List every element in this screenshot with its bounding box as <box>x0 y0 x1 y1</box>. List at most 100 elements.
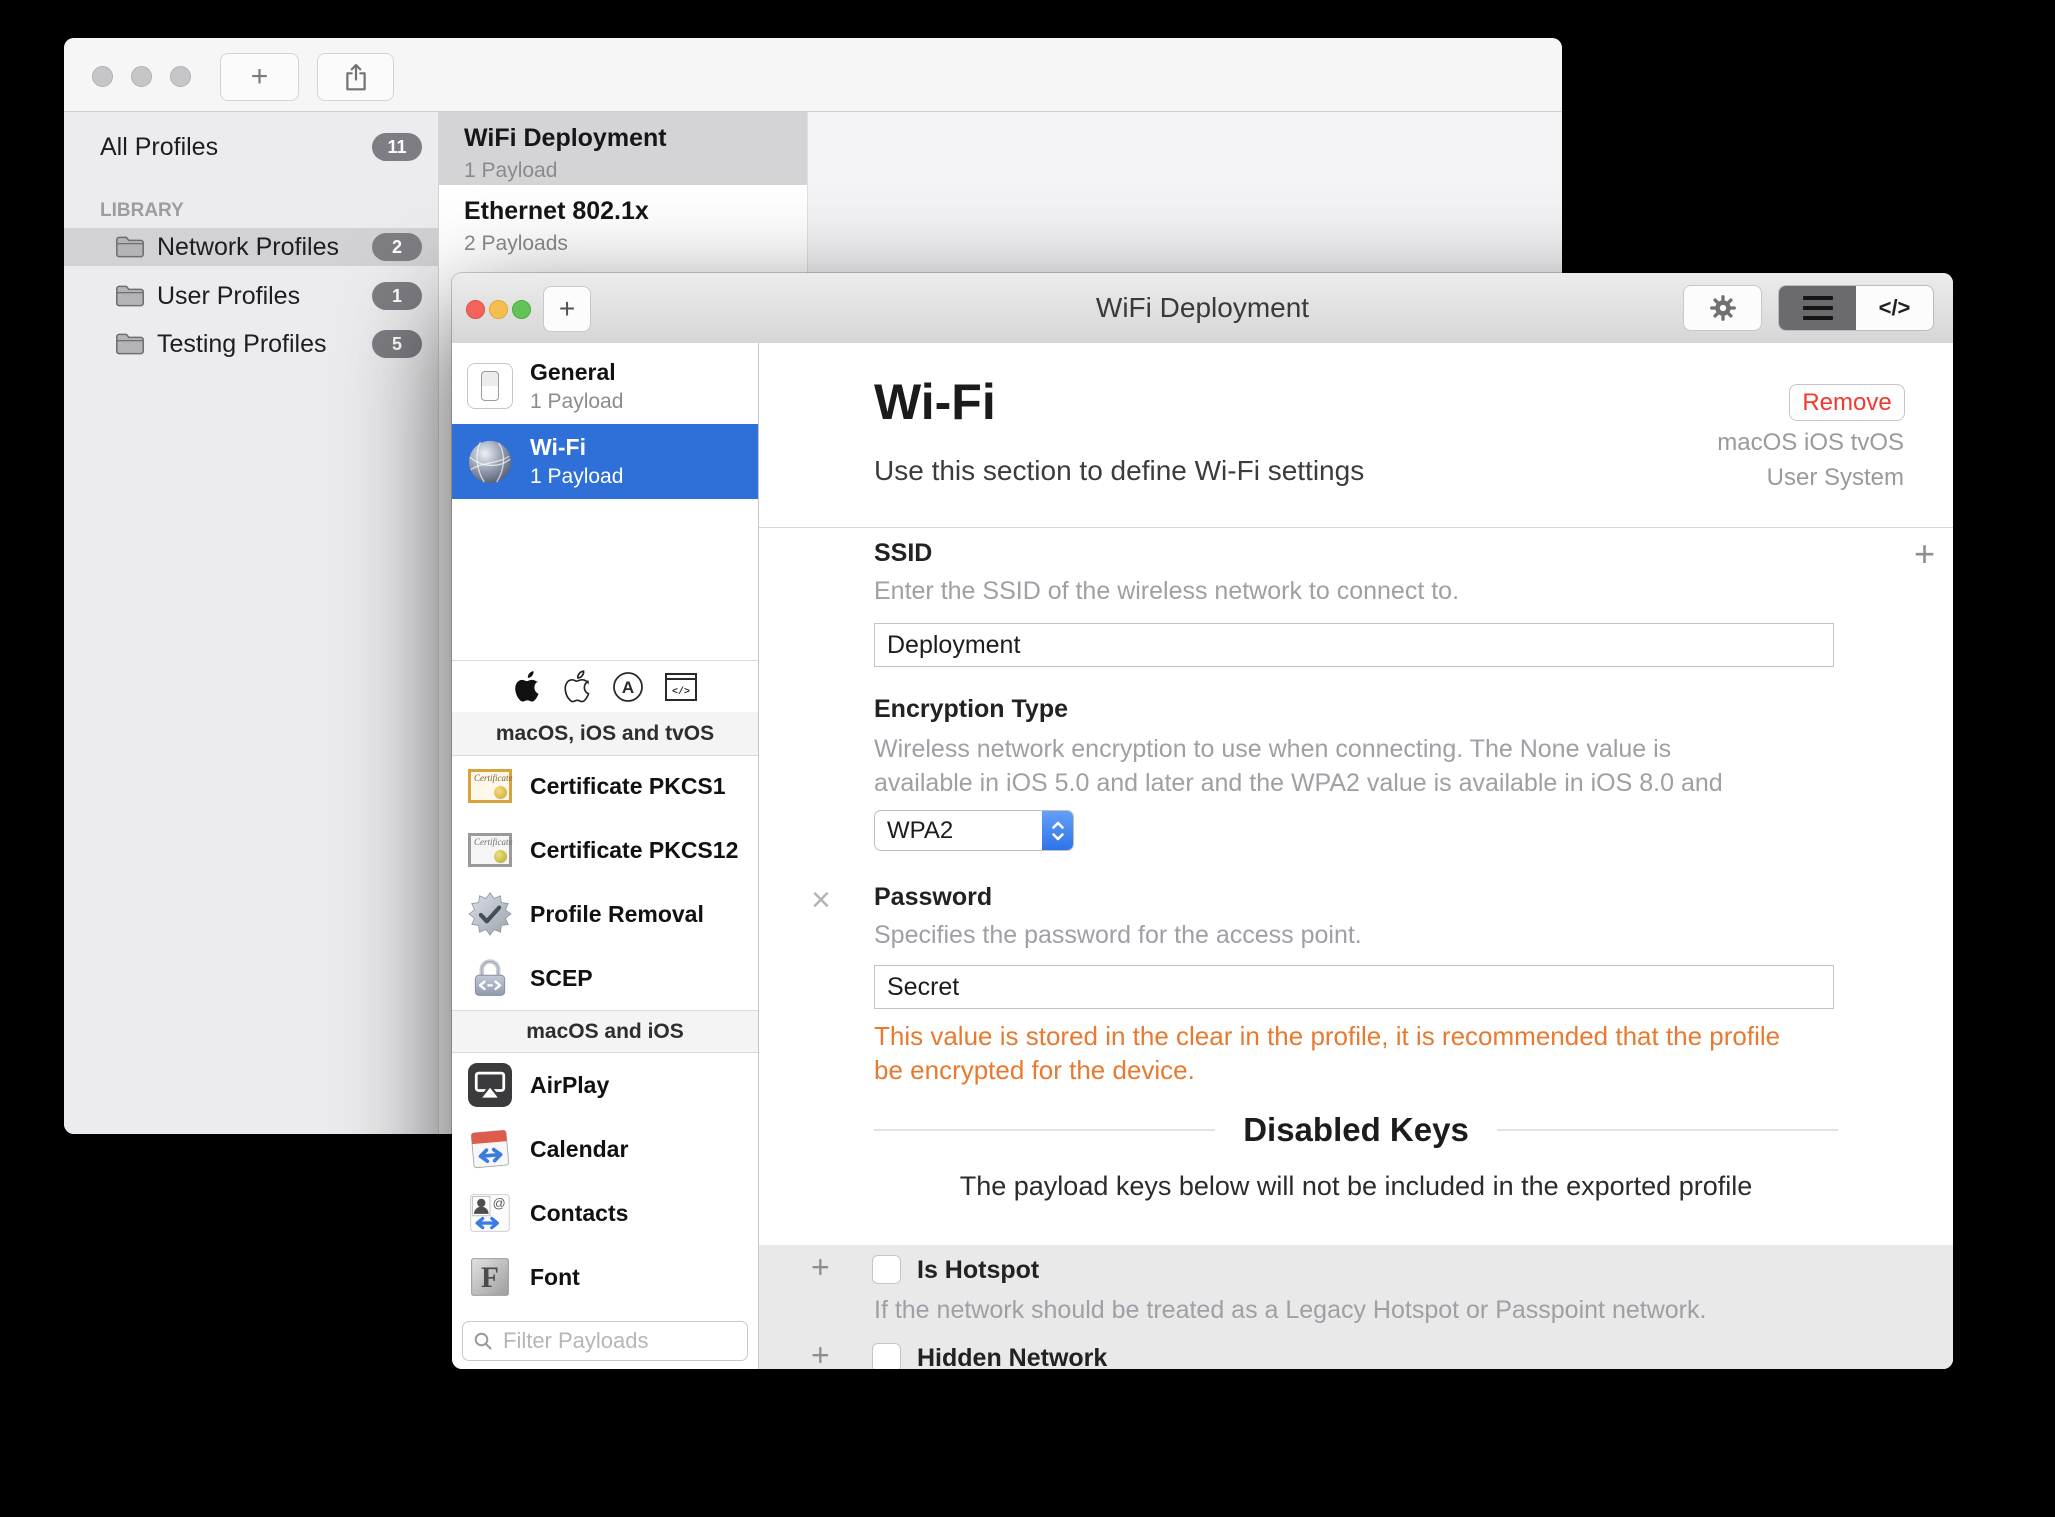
code-view-button[interactable]: </> <box>1856 286 1933 330</box>
profile-list-item[interactable]: Ethernet 802.1x 2 Payloads <box>439 185 807 260</box>
filter-payloads-field[interactable] <box>462 1321 748 1361</box>
payload-type-airplay[interactable]: AirPlay <box>452 1053 758 1117</box>
add-payload-button[interactable]: + <box>543 286 591 332</box>
add-key-icon[interactable]: + <box>811 1337 830 1369</box>
password-label: Password <box>874 883 993 911</box>
hidden-network-checkbox[interactable] <box>872 1343 901 1369</box>
encryption-type-description: Wireless network encryption to use when … <box>874 735 1672 763</box>
sidebar-item-all-profiles[interactable]: All Profiles 11 <box>64 128 438 166</box>
scope-label: User System <box>1766 464 1904 491</box>
library-sidebar: All Profiles 11 LIBRARY Network Profiles… <box>64 112 439 1134</box>
certificate-gray-icon: Certificate <box>468 828 513 872</box>
platform-availability-label: macOS iOS tvOS <box>1717 429 1904 456</box>
profile-title: Ethernet 802.1x <box>464 197 649 225</box>
payload-type-certificate-pkcs12[interactable]: Certificate Certificate PKCS12 <box>452 818 758 882</box>
settings-button[interactable] <box>1683 285 1762 331</box>
ios-apple-outline-icon[interactable] <box>562 670 592 704</box>
sidebar-item-user-profiles[interactable]: User Profiles 1 <box>64 277 438 315</box>
is-hotspot-checkbox[interactable] <box>872 1255 901 1284</box>
sidebar-item-testing-profiles[interactable]: Testing Profiles 5 <box>64 325 438 363</box>
add-key-icon[interactable]: + <box>811 1249 830 1286</box>
folder-label: Testing Profiles <box>157 329 327 358</box>
payload-section-header: macOS, iOS and tvOS <box>452 712 758 756</box>
desktop: + All Profiles 11 LIBRARY Network Profil… <box>0 0 2055 1517</box>
hidden-network-label: Hidden Network <box>917 1344 1108 1369</box>
list-view-button[interactable] <box>1779 286 1856 330</box>
all-profiles-count-badge: 11 <box>372 133 422 161</box>
password-warning: be encrypted for the device. <box>874 1055 1195 1085</box>
remove-payload-button[interactable]: Remove <box>1789 384 1905 421</box>
folder-icon <box>116 333 144 355</box>
header-divider <box>759 527 1953 528</box>
svg-text:@: @ <box>493 1196 506 1211</box>
payload-item-wifi[interactable]: Wi-Fi 1 Payload <box>452 424 758 499</box>
payload-subheading: Use this section to define Wi-Fi setting… <box>874 455 1365 486</box>
payload-sidebar: General 1 Payload Wi-Fi 1 Payload A </> … <box>452 343 759 1369</box>
payload-type-profile-removal[interactable]: Profile Removal <box>452 882 758 946</box>
svg-text:</>: </> <box>672 686 690 698</box>
platform-filter-row: A </> <box>452 660 758 714</box>
profile-subtitle: 2 Payloads <box>464 232 568 255</box>
minimize-button[interactable] <box>131 66 152 87</box>
code-icon: </> <box>1878 295 1911 320</box>
folder-count-badge: 2 <box>372 233 422 261</box>
payload-subtitle: 1 Payload <box>530 389 624 413</box>
encryption-type-select[interactable]: WPA2 <box>874 810 1074 851</box>
profiles-titlebar[interactable]: + <box>64 38 1562 112</box>
password-input[interactable] <box>874 965 1834 1009</box>
folder-count-badge: 1 <box>372 282 422 310</box>
plus-icon: + <box>558 293 576 324</box>
disabled-keys-title: Disabled Keys <box>1243 1111 1469 1148</box>
payload-type-font[interactable]: F Font <box>452 1245 758 1309</box>
scep-lock-icon <box>474 959 506 996</box>
payload-label: General <box>530 358 616 385</box>
search-icon <box>474 1332 492 1350</box>
share-icon <box>345 63 366 91</box>
encryption-type-label: Encryption Type <box>874 695 1069 723</box>
sidebar-item-network-profiles[interactable]: Network Profiles 2 <box>64 228 438 266</box>
profile-removal-seal-icon <box>468 892 512 936</box>
profile-list-item[interactable]: WiFi Deployment 1 Payload <box>439 112 807 185</box>
certificate-gold-icon: Certificate <box>468 764 513 808</box>
svg-text:A: A <box>622 678 634 697</box>
is-hotspot-description: If the network should be treated as a Le… <box>874 1296 1707 1324</box>
zoom-button[interactable] <box>170 66 191 87</box>
editor-titlebar[interactable]: WiFi Deployment + </> <box>452 273 1953 344</box>
svg-text:F: F <box>481 1262 499 1294</box>
payload-type-certificate-pkcs1[interactable]: Certificate Certificate PKCS1 <box>452 754 758 818</box>
add-key-icon[interactable]: + <box>1914 533 1935 575</box>
macos-apple-icon[interactable] <box>512 670 542 704</box>
encryption-type-value: WPA2 <box>887 816 954 844</box>
wifi-globe-icon <box>468 440 512 483</box>
airplay-icon <box>468 1063 512 1107</box>
ssid-input[interactable] <box>874 623 1834 667</box>
payload-type-scep[interactable]: SCEP <box>452 946 758 1010</box>
folder-icon <box>116 285 144 307</box>
share-button[interactable] <box>317 53 394 101</box>
app-store-icon[interactable]: A <box>612 671 644 703</box>
editor-window: WiFi Deployment + </> General 1 Payload … <box>452 273 1953 1369</box>
remove-key-icon[interactable]: × <box>811 881 831 920</box>
is-hotspot-label: Is Hotspot <box>917 1256 1040 1284</box>
filter-payloads-input[interactable] <box>501 1327 747 1355</box>
profile-subtitle: 1 Payload <box>464 159 558 182</box>
payload-type-contacts[interactable]: @ Contacts <box>452 1181 758 1245</box>
payload-section-header: macOS and iOS <box>452 1010 758 1053</box>
payload-type-calendar[interactable]: Calendar <box>452 1117 758 1181</box>
disabled-keys-header: Disabled Keys <box>874 1111 1839 1149</box>
close-button[interactable] <box>92 66 113 87</box>
payload-settings-pane: Wi-Fi Use this section to define Wi-Fi s… <box>759 343 1953 1369</box>
stepper-chevrons-icon <box>1042 811 1073 850</box>
payload-heading: Wi-Fi <box>874 374 996 430</box>
plus-icon: + <box>250 60 269 93</box>
encryption-type-description: available in iOS 5.0 and later and the W… <box>874 769 1723 797</box>
developer-icon[interactable]: </> <box>664 672 698 702</box>
calendar-icon <box>470 1129 510 1169</box>
ssid-description: Enter the SSID of the wireless network t… <box>874 577 1460 605</box>
gear-icon <box>1709 295 1736 321</box>
new-profile-button[interactable]: + <box>220 53 299 101</box>
profile-title: WiFi Deployment <box>464 124 667 152</box>
payload-label: Wi-Fi <box>530 434 586 460</box>
view-mode-segmented-control: </> <box>1778 285 1934 331</box>
payload-item-general[interactable]: General 1 Payload <box>452 348 758 424</box>
